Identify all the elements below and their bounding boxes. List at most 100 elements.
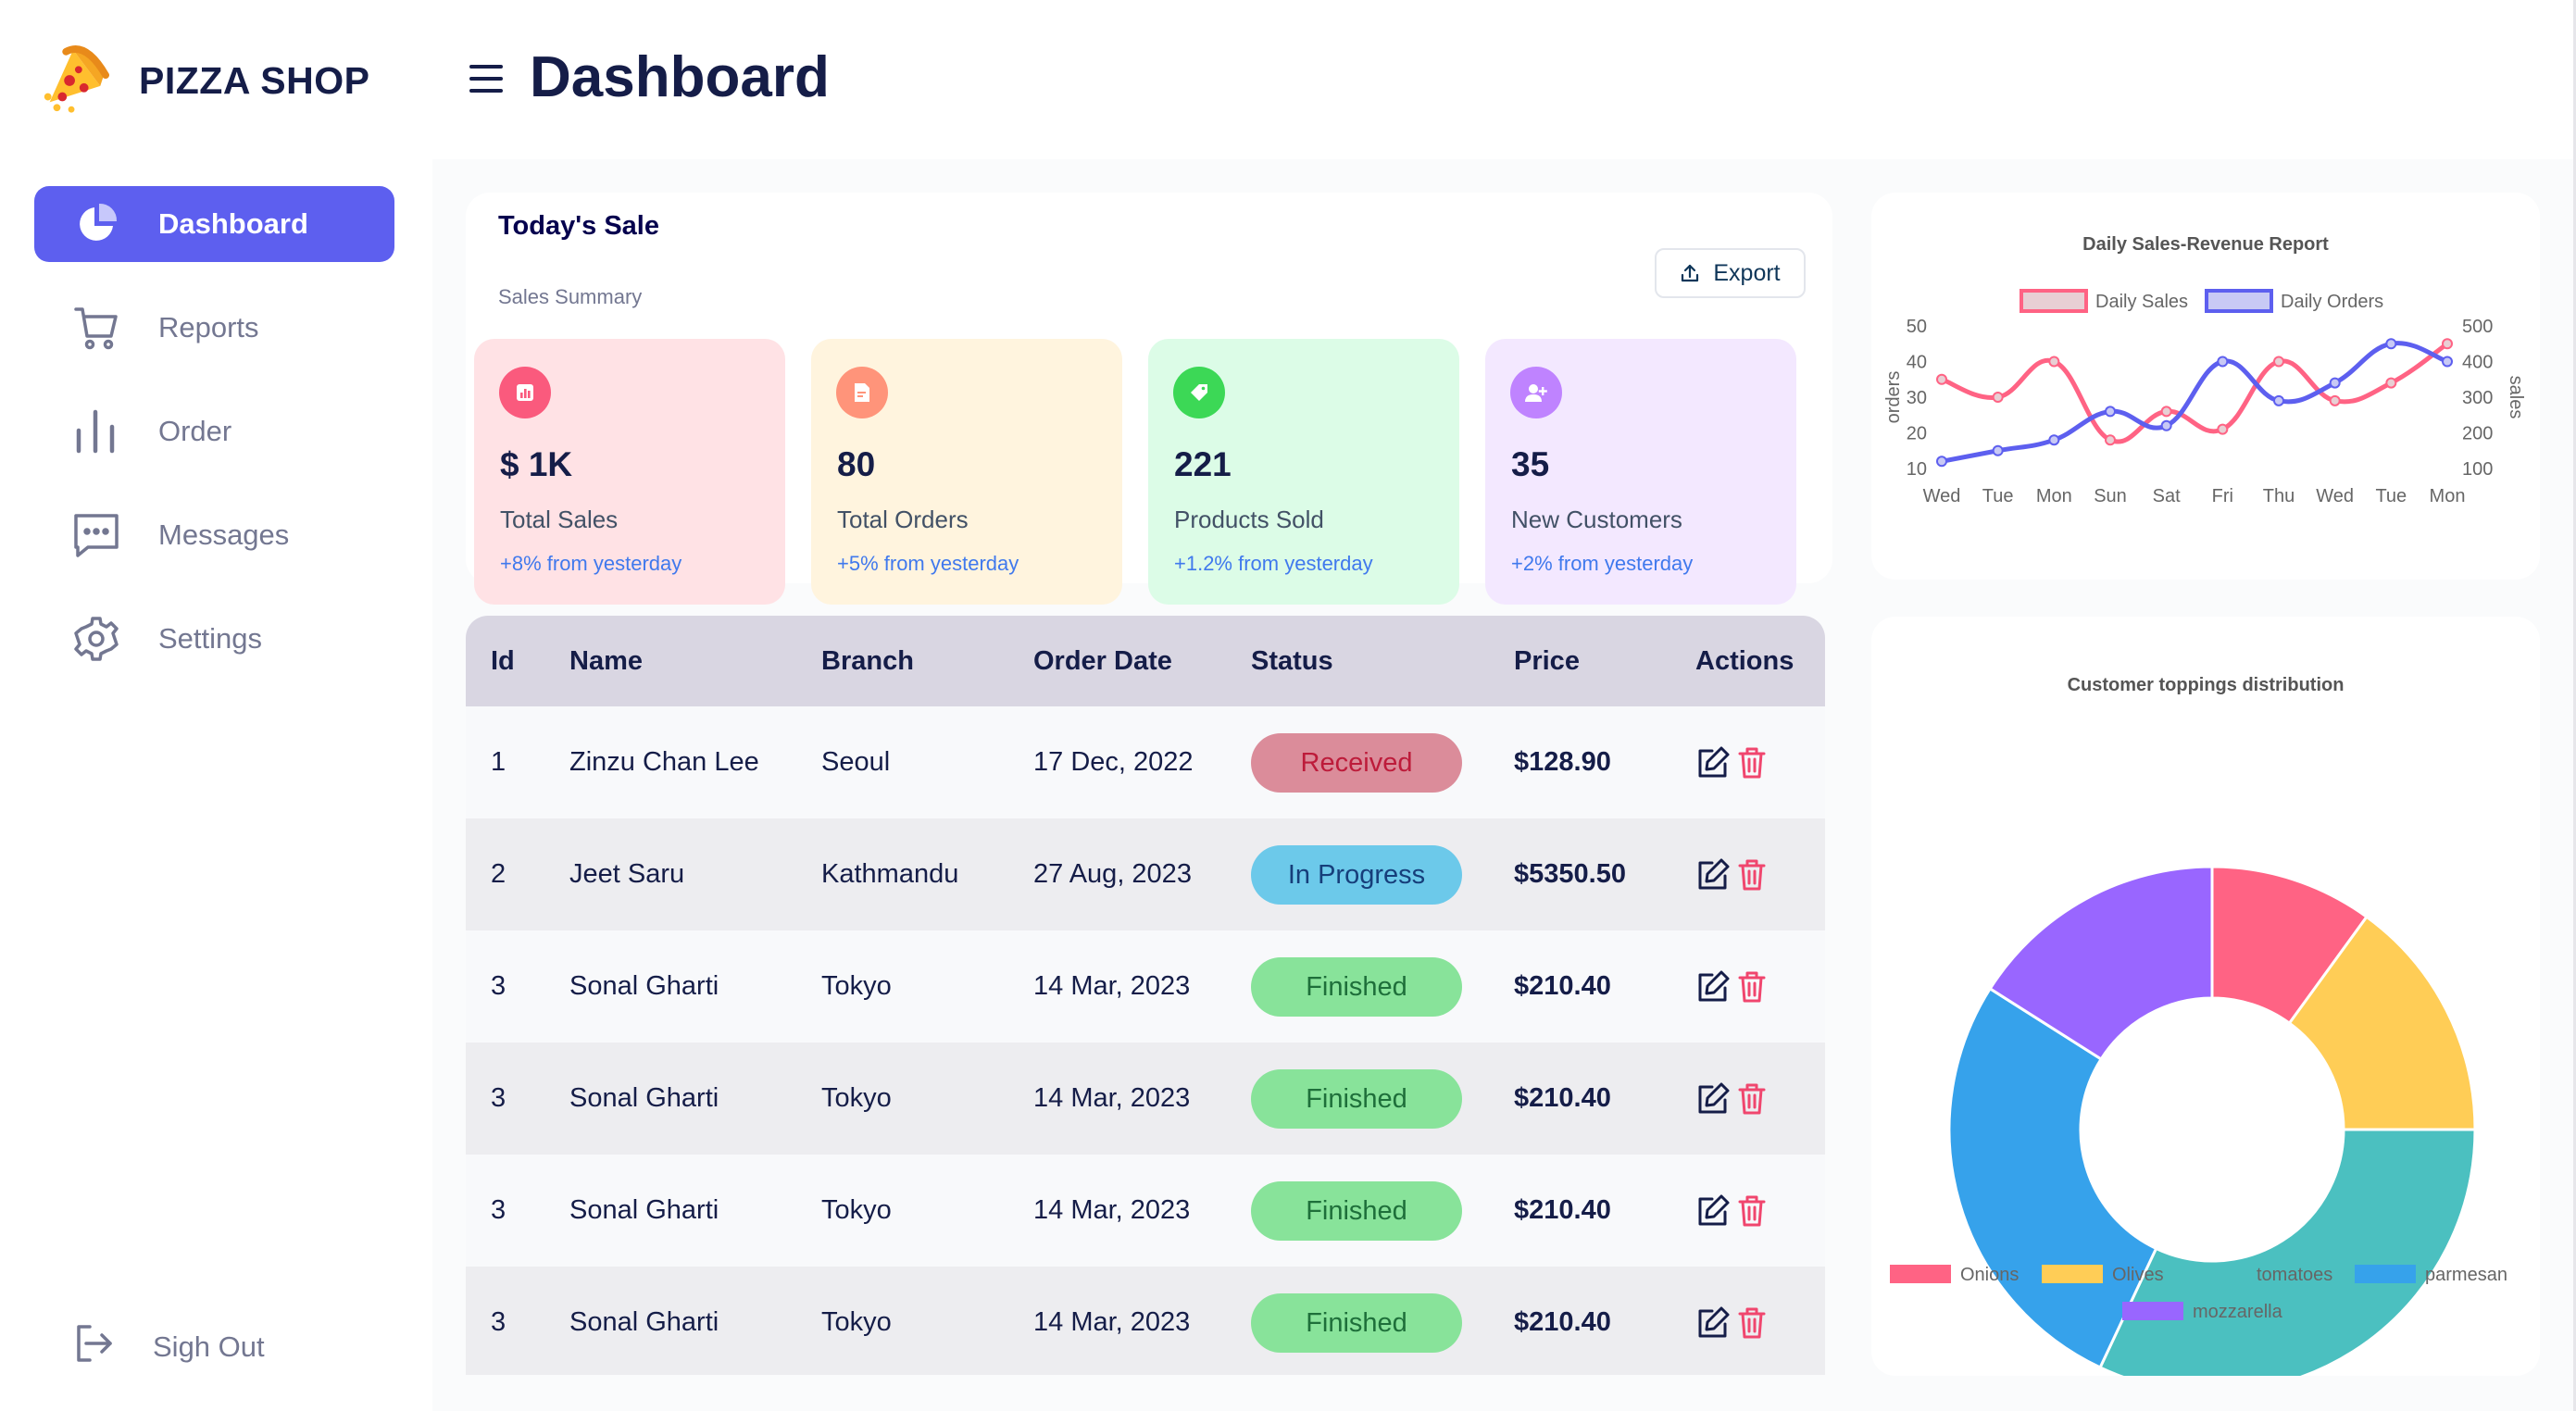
legend-label: mozzarella bbox=[2193, 1302, 2283, 1322]
table-row[interactable]: 3 Sonal Gharti Tokyo 14 Mar, 2023 Finished $2… bbox=[466, 930, 1825, 1043]
legend-item[interactable]: Daily Orders bbox=[2205, 289, 2383, 313]
legend-swatch bbox=[2205, 289, 2273, 313]
data-point[interactable] bbox=[2217, 356, 2229, 368]
trash-icon[interactable] bbox=[1738, 1306, 1766, 1340]
data-point[interactable] bbox=[2329, 394, 2341, 406]
sidebar-item-reports[interactable]: Reports bbox=[34, 290, 394, 366]
y-axis-label-left: orders bbox=[1883, 371, 1904, 424]
cell-name: Sonal Gharti bbox=[569, 1043, 821, 1155]
x-tick-label: Mon bbox=[2036, 486, 2072, 506]
legend-swatch bbox=[2042, 1265, 2103, 1283]
x-tick-label: Tue bbox=[1982, 486, 2014, 506]
y-tick-label-right: 200 bbox=[2462, 424, 2493, 444]
pie-slice[interactable] bbox=[2098, 1128, 2477, 1394]
sales-revenue-chart-card: Daily Sales-Revenue Report Daily Sales Dai… bbox=[1871, 193, 2540, 580]
y-tick-label-right: 300 bbox=[2462, 388, 2493, 408]
menu-icon[interactable] bbox=[469, 65, 503, 93]
column-header-actions: Actions bbox=[1695, 616, 1825, 706]
series-line bbox=[1941, 341, 2448, 464]
column-header-price[interactable]: Price bbox=[1514, 616, 1695, 706]
stat-value: 221 bbox=[1174, 445, 1232, 483]
status-badge: Finished bbox=[1251, 1068, 1462, 1129]
legend-label: Onions bbox=[1960, 1265, 2019, 1285]
cell-status: Finished bbox=[1251, 1043, 1514, 1155]
legend-item[interactable]: mozzarella bbox=[2122, 1302, 2283, 1322]
column-header-status[interactable]: Status bbox=[1251, 616, 1514, 706]
edit-icon[interactable] bbox=[1695, 857, 1731, 893]
export-button[interactable]: Export bbox=[1655, 248, 1806, 298]
legend-label: Daily Sales bbox=[2095, 292, 2188, 312]
data-point[interactable] bbox=[2442, 338, 2453, 350]
column-header-id[interactable]: Id bbox=[466, 616, 569, 706]
sidebar-item-label: Messages bbox=[158, 518, 290, 551]
sidebar-item-label: Dashboard bbox=[158, 207, 308, 240]
stat-change: +2% from yesterday bbox=[1511, 552, 1694, 575]
sidebar-item-dashboard[interactable]: Dashboard bbox=[34, 186, 394, 262]
data-point[interactable] bbox=[2105, 406, 2116, 418]
x-tick-label: Thu bbox=[2263, 486, 2295, 506]
table-row[interactable]: 3 Sonal Gharti Tokyo 14 Mar, 2023 Finished $2… bbox=[466, 1155, 1825, 1267]
tag-icon bbox=[1173, 367, 1225, 418]
trash-icon[interactable] bbox=[1738, 746, 1766, 780]
data-point[interactable] bbox=[1936, 373, 1947, 385]
data-point[interactable] bbox=[1936, 456, 1947, 468]
column-header-branch[interactable]: Branch bbox=[821, 616, 1033, 706]
brand-logo[interactable]: PIZZA SHOP bbox=[37, 44, 370, 117]
sidebar-item-order[interactable]: Order bbox=[34, 393, 394, 469]
chart-title: Customer toppings distribution bbox=[2068, 675, 2345, 695]
stat-change: +1.2% from yesterday bbox=[1174, 552, 1373, 575]
data-point[interactable] bbox=[2160, 419, 2172, 431]
table-row[interactable]: 1 Zinzu Chan Lee Seoul 17 Dec, 2022 Received… bbox=[466, 706, 1825, 818]
cell-order-date: 27 Aug, 2023 bbox=[1033, 818, 1251, 930]
data-point[interactable] bbox=[1992, 444, 2004, 456]
column-header-order-date[interactable]: Order Date bbox=[1033, 616, 1251, 706]
cart-icon bbox=[73, 305, 119, 351]
legend-item[interactable]: tomatoes bbox=[2186, 1265, 2332, 1285]
cell-actions bbox=[1695, 1043, 1825, 1155]
trash-icon[interactable] bbox=[1738, 858, 1766, 892]
y-tick-label-left: 30 bbox=[1907, 388, 1927, 408]
trash-icon[interactable] bbox=[1738, 1194, 1766, 1228]
legend-swatch bbox=[2355, 1265, 2416, 1283]
stat-value: 35 bbox=[1511, 445, 1550, 483]
edit-icon[interactable] bbox=[1695, 969, 1731, 1005]
table-row[interactable]: 2 Jeet Saru Kathmandu 27 Aug, 2023 In Progre… bbox=[466, 818, 1825, 930]
cell-price: $210.40 bbox=[1514, 1043, 1695, 1155]
data-point[interactable] bbox=[2329, 377, 2341, 389]
data-point[interactable] bbox=[2160, 406, 2172, 418]
legend-label: Olives bbox=[2112, 1265, 2164, 1285]
data-point[interactable] bbox=[2105, 434, 2116, 446]
data-point[interactable] bbox=[2442, 356, 2453, 368]
stat-change: +5% from yesterday bbox=[837, 552, 1019, 575]
edit-icon[interactable] bbox=[1695, 1081, 1731, 1117]
trash-icon[interactable] bbox=[1738, 970, 1766, 1004]
sign-out-button[interactable]: Sigh Out bbox=[34, 1309, 394, 1385]
table-row[interactable]: 3 Sonal Gharti Tokyo 14 Mar, 2023 Finished $2… bbox=[466, 1043, 1825, 1155]
data-point[interactable] bbox=[2048, 434, 2060, 446]
legend-item[interactable]: Olives bbox=[2042, 1265, 2164, 1285]
sidebar-item-messages[interactable]: Messages bbox=[34, 497, 394, 573]
data-point[interactable] bbox=[2385, 377, 2397, 389]
cell-status: Finished bbox=[1251, 1155, 1514, 1267]
edit-icon[interactable] bbox=[1695, 745, 1731, 780]
data-point[interactable] bbox=[2048, 356, 2060, 368]
edit-icon[interactable] bbox=[1695, 1193, 1731, 1229]
cell-name: Jeet Saru bbox=[569, 818, 821, 930]
sidebar-item-settings[interactable]: Settings bbox=[34, 601, 394, 677]
legend-item[interactable]: parmesan bbox=[2355, 1265, 2507, 1285]
data-point[interactable] bbox=[2273, 394, 2284, 406]
legend-item[interactable]: Onions bbox=[1890, 1265, 2019, 1285]
column-header-name[interactable]: Name bbox=[569, 616, 821, 706]
sidebar: PIZZA SHOP Dashboard Reports Order Messa… bbox=[0, 0, 432, 1411]
data-point[interactable] bbox=[1992, 392, 2004, 403]
edit-icon[interactable] bbox=[1695, 1305, 1731, 1341]
data-point[interactable] bbox=[2217, 423, 2229, 435]
status-badge: In Progress bbox=[1251, 844, 1462, 905]
data-point[interactable] bbox=[2273, 356, 2284, 368]
table-row[interactable]: 3 Sonal Gharti Tokyo 14 Mar, 2023 Finished $2… bbox=[466, 1267, 1825, 1375]
orders-table: Id Name Branch Order Date Status Price A… bbox=[466, 616, 1825, 1375]
legend-item[interactable]: Daily Sales bbox=[2020, 289, 2188, 313]
data-point[interactable] bbox=[2385, 338, 2397, 350]
x-tick-label: Mon bbox=[2430, 486, 2466, 506]
trash-icon[interactable] bbox=[1738, 1082, 1766, 1116]
